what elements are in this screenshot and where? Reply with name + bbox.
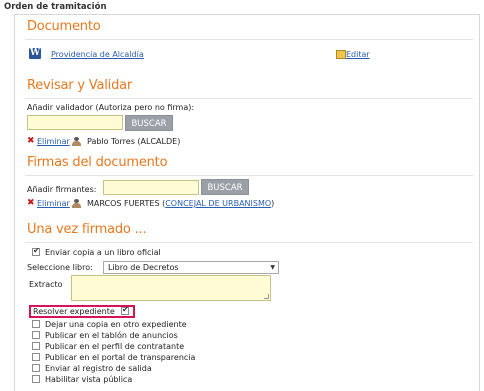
- book-select[interactable]: Libro de Decretos ▼: [103, 261, 279, 274]
- user-icon: [72, 137, 81, 146]
- extract-textarea[interactable]: [71, 275, 271, 301]
- option-checkbox[interactable]: [32, 353, 40, 361]
- option-checkbox[interactable]: [32, 375, 40, 383]
- section-revisar-heading: Revisar y Validar: [27, 78, 133, 93]
- signer-delete-link[interactable]: Eliminar: [37, 199, 70, 208]
- signer-user-name: MARCOS FUERTES (CONCEJAL DE URBANISMO): [87, 199, 274, 208]
- chevron-down-icon: ▼: [270, 264, 275, 271]
- user-icon: [72, 199, 81, 208]
- divider: [25, 175, 473, 176]
- word-document-icon: W: [29, 48, 41, 59]
- option-label: Habilitar vista pública: [45, 375, 133, 384]
- document-link[interactable]: Providencia de Alcaldía: [51, 50, 144, 59]
- section-documento-heading: Documento: [27, 19, 101, 34]
- select-book-label: Seleccione libro:: [27, 263, 93, 272]
- divider: [25, 98, 473, 99]
- validator-input[interactable]: [27, 115, 123, 130]
- signer-close-paren: ): [271, 199, 275, 208]
- page-title: Orden de tramitación: [4, 2, 107, 12]
- divider: [25, 242, 473, 243]
- section-una-vez-heading: Una vez firmado ...: [27, 222, 147, 237]
- copy-book-checkbox[interactable]: [32, 246, 40, 256]
- option-label: Publicar en el perfil de contratante: [45, 342, 185, 351]
- section-firmas-heading: Firmas del documento: [27, 155, 168, 170]
- edit-link[interactable]: Editar: [346, 50, 370, 59]
- signers-search-button[interactable]: BUSCAR: [201, 179, 249, 195]
- add-validator-label: Añadir validador (Autoriza pero no firma…: [27, 103, 195, 112]
- signer-name-text: MARCOS FUERTES (: [87, 199, 166, 208]
- resolve-label: Resolver expediente: [33, 307, 115, 316]
- copy-book-label: Enviar copia a un libro oficial: [45, 248, 161, 257]
- option-checkbox[interactable]: [32, 342, 40, 350]
- divider: [25, 39, 473, 40]
- extract-label: Extracto: [29, 280, 63, 289]
- validator-delete-link[interactable]: Eliminar: [37, 137, 70, 146]
- main-panel: Documento W Providencia de Alcaldía Edit…: [14, 14, 480, 391]
- delete-icon[interactable]: ✖: [27, 198, 35, 208]
- option-label: Publicar en el portal de transparencia: [45, 353, 196, 362]
- edit-icon[interactable]: [336, 50, 346, 59]
- validator-search-button[interactable]: BUSCAR: [125, 115, 173, 131]
- signers-input[interactable]: [103, 180, 199, 195]
- option-checkbox[interactable]: [32, 320, 40, 328]
- validator-user-name: Pablo Torres (ALCALDE): [87, 137, 181, 146]
- signer-role-link[interactable]: CONCEJAL DE URBANISMO: [165, 199, 271, 208]
- option-label: Enviar al registro de salida: [45, 364, 152, 373]
- add-signers-label: Añadir firmantes:: [27, 185, 97, 194]
- option-label: Dejar una copia en otro expediente: [45, 320, 187, 329]
- resize-handle-icon[interactable]: [264, 294, 269, 299]
- option-checkbox[interactable]: [32, 331, 40, 339]
- delete-icon[interactable]: ✖: [27, 136, 35, 146]
- book-select-value: Libro de Decretos: [108, 263, 179, 272]
- resolve-checkbox[interactable]: [121, 305, 129, 315]
- option-label: Publicar en el tablón de anuncios: [45, 331, 178, 340]
- option-checkbox[interactable]: [32, 364, 40, 372]
